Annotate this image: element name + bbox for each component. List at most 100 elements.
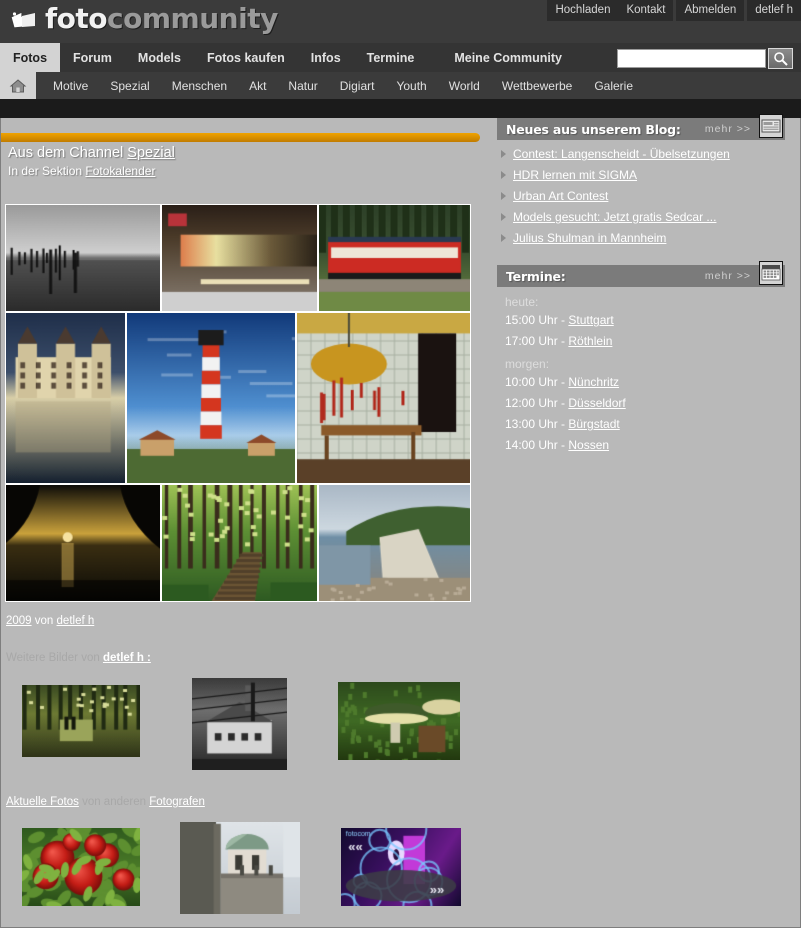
termine-entry: 10:00 Uhr - Nünchritz (505, 375, 785, 390)
photo-mushrooms-thumb[interactable] (338, 682, 460, 760)
termine-place-link[interactable]: Düsseldorf (568, 396, 625, 410)
other-photos-link-aktuelle[interactable]: Aktuelle Fotos (6, 796, 79, 808)
contact-link[interactable]: Kontakt (626, 0, 665, 21)
own-photos-label: Weitere Bilder von detlef h : (6, 652, 151, 664)
blog-item-list: Contest: Langenscheidt - Übelsetzungen HD… (497, 147, 785, 245)
termine-time: 14:00 Uhr - (505, 438, 569, 452)
photo-church-dome[interactable] (180, 822, 300, 914)
blog-panel-title: Neues aus unserem Blog: (506, 121, 681, 137)
subnav-item-galerie[interactable]: Galerie (583, 72, 644, 99)
nav-tab-models[interactable]: Models (125, 43, 194, 72)
photo-barbed-wire-house[interactable] (192, 678, 287, 770)
subnav-item-akt[interactable]: Akt (238, 72, 277, 99)
search-input[interactable] (617, 49, 766, 68)
photo-concert-digiart-thumb[interactable] (341, 828, 461, 906)
photo-water-castle[interactable] (6, 313, 126, 483)
blog-more-link[interactable]: mehr >> (705, 118, 751, 140)
photo-subway-motion-cell[interactable] (162, 205, 317, 311)
utility-group-left: Hochladen Kontakt (547, 0, 674, 21)
photo-red-railcar-cell[interactable] (318, 205, 470, 311)
news-icon-glyph (761, 119, 781, 133)
subnav-item-spezial[interactable]: Spezial (99, 72, 160, 99)
nav-tab-termine[interactable]: Termine (354, 43, 428, 72)
own-photos-prefix: Weitere Bilder von (6, 652, 103, 664)
photo-lighthouse[interactable] (127, 313, 295, 483)
photo-abandoned-room-cell[interactable] (296, 313, 470, 483)
search-icon (773, 51, 788, 66)
termine-place-link[interactable]: Bürgstadt (568, 417, 619, 431)
calendar-icon[interactable] (759, 261, 783, 285)
search-button[interactable] (768, 48, 793, 69)
blog-item-link[interactable]: Contest: Langenscheidt - Übelsetzungen (513, 147, 730, 161)
subnav-item-youth[interactable]: Youth (385, 72, 437, 99)
nav-tab-fotos[interactable]: Fotos (0, 43, 61, 72)
photo-lake-sunset[interactable] (6, 485, 161, 601)
blog-item-link[interactable]: Models gesucht: Jetzt gratis Sedcar ... (513, 210, 716, 224)
termine-place-link[interactable]: Nünchritz (568, 375, 619, 389)
user-link[interactable]: detlef h (755, 0, 793, 21)
photo-water-castle-cell[interactable] (6, 313, 126, 483)
photo-red-apples-thumb[interactable] (22, 828, 140, 906)
blog-item-link[interactable]: HDR lernen mit SIGMA (513, 168, 637, 182)
header-divider-band (0, 99, 801, 118)
nav-tab-meine-community[interactable]: Meine Community (441, 43, 575, 72)
calendar-icon-glyph (761, 265, 781, 281)
subnav-item-world[interactable]: World (438, 72, 491, 99)
photo-abandoned-room[interactable] (296, 313, 470, 483)
top-bar: fotocommunity Hochladen Kontakt Abmelden… (0, 0, 801, 43)
subnav-item-digiart[interactable]: Digiart (329, 72, 386, 99)
arrow-right-icon (501, 192, 506, 200)
own-photos-author-link[interactable]: detlef h : (103, 652, 151, 664)
blog-item-link[interactable]: Julius Shulman in Mannheim (513, 231, 666, 245)
blog-item-link[interactable]: Urban Art Contest (513, 189, 608, 203)
termine-day-label: heute: (505, 295, 539, 309)
photo-subway-motion[interactable] (162, 205, 317, 311)
subnav-item-motive[interactable]: Motive (42, 72, 99, 99)
termine-place-link[interactable]: Röthlein (568, 334, 612, 348)
utility-links: Hochladen Kontakt Abmelden detlef h (547, 0, 801, 21)
other-photos-label: Aktuelle Fotos von anderen Fotografen (6, 796, 205, 808)
nav-tab-fotos-kaufen[interactable]: Fotos kaufen (194, 43, 298, 72)
photo-concert-digiart[interactable] (341, 828, 461, 906)
sub-nav: Motive Spezial Menschen Akt Natur Digiar… (0, 72, 801, 99)
subnav-item-menschen[interactable]: Menschen (161, 72, 238, 99)
photo-mushrooms[interactable] (338, 682, 460, 760)
subnav-item-natur[interactable]: Natur (277, 72, 328, 99)
channel-prefix: Aus dem Channel (8, 145, 128, 161)
home-button[interactable] (0, 72, 36, 99)
photo-barbed-wire-house-thumb[interactable] (192, 678, 287, 770)
nav-tab-infos[interactable]: Infos (298, 43, 354, 72)
photo-lake-sunset-cell[interactable] (6, 485, 161, 601)
photo-park-path[interactable] (22, 685, 140, 757)
news-icon[interactable] (759, 114, 783, 138)
photo-chalk-coast-cell[interactable] (318, 485, 470, 601)
upload-link[interactable]: Hochladen (555, 0, 610, 21)
channel-link-spezial[interactable]: Spezial (127, 145, 175, 161)
site-logo[interactable]: fotocommunity (8, 4, 278, 34)
other-photos-link-fotografen[interactable]: Fotografen (149, 796, 205, 808)
photo-forest-boardwalk[interactable] (162, 485, 317, 601)
nav-tab-forum[interactable]: Forum (60, 43, 125, 72)
photo-lighthouse-cell[interactable] (127, 313, 295, 483)
blog-list-item: Julius Shulman in Mannheim (497, 231, 785, 245)
photo-park-path-thumb[interactable] (22, 685, 140, 757)
logout-link[interactable]: Abmelden (684, 0, 736, 21)
photo-pier-posts-bw[interactable] (6, 205, 161, 311)
photo-chalk-coast[interactable] (318, 485, 470, 601)
subnav-item-wettbewerbe[interactable]: Wettbewerbe (491, 72, 583, 99)
photo-forest-boardwalk-cell[interactable] (162, 485, 317, 601)
termine-place-link[interactable]: Nossen (568, 438, 609, 452)
credit-year-link[interactable]: 2009 (6, 615, 32, 627)
section-link-fotokalender[interactable]: Fotokalender (85, 164, 155, 178)
termine-place-link[interactable]: Stuttgart (568, 313, 613, 327)
termine-more-link[interactable]: mehr >> (705, 265, 751, 287)
other-photos-strip (0, 820, 489, 920)
photo-red-railcar[interactable] (318, 205, 470, 311)
own-photos-strip (0, 675, 489, 785)
termine-time: 15:00 Uhr - (505, 313, 569, 327)
photo-church-dome-thumb[interactable] (180, 822, 300, 914)
photo-red-apples[interactable] (22, 828, 140, 906)
credit-author-link[interactable]: detlef h (57, 615, 95, 627)
photo-pier-posts-bw-cell[interactable] (6, 205, 161, 311)
termine-panel: Termine: mehr >> heute: 15:00 Uhr - Stut… (497, 261, 785, 453)
